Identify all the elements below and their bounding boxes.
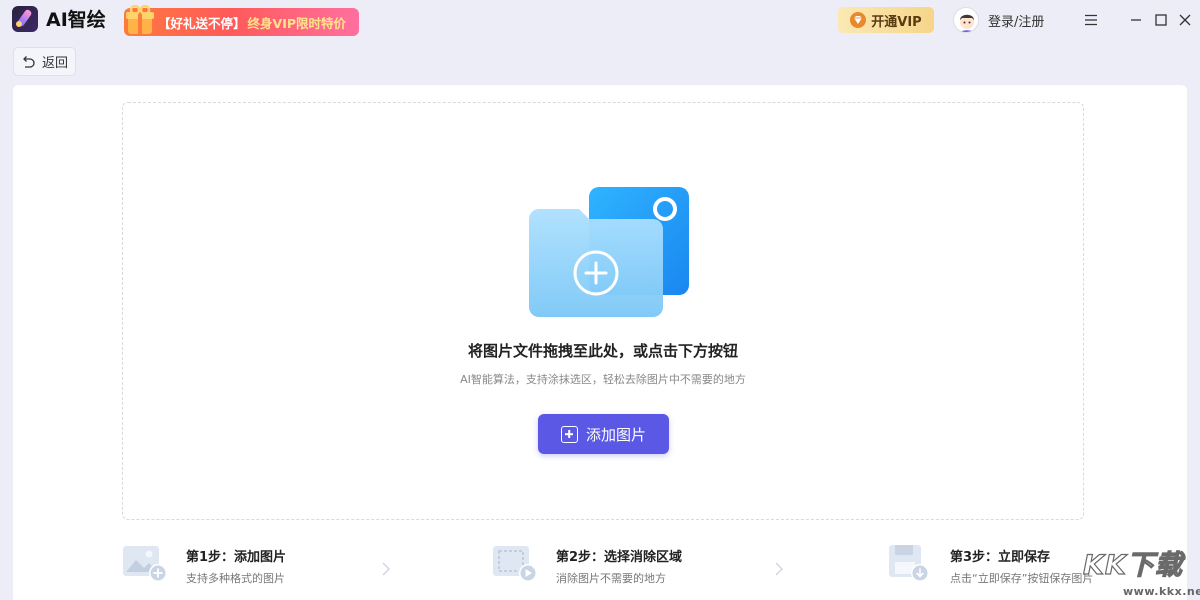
step-1-title: 第1步：添加图片 — [186, 550, 287, 565]
drop-zone-title: 将图片文件拖拽至此处，或点击下方按钮 — [467, 342, 738, 360]
maximize-button[interactable] — [1151, 10, 1171, 30]
title-bar: AI智绘 【好礼送不停】 终身VIP限时特价 开通VIP 登录/注册 — [0, 0, 1200, 40]
back-button[interactable]: 返回 — [13, 47, 76, 76]
diamond-icon — [850, 12, 867, 28]
step-2-title: 第2步：选择消除区域 — [556, 550, 683, 565]
add-image-button[interactable]: 添加图片 — [538, 414, 669, 454]
vip-label: 开通VIP — [871, 14, 922, 30]
close-icon — [1179, 14, 1191, 26]
login-register-link[interactable]: 登录/注册 — [988, 11, 1044, 30]
step-1-desc: 支持多种格式的图片 — [186, 572, 285, 585]
open-vip-button[interactable]: 开通VIP — [838, 7, 934, 33]
watermark: KK下载 www.kkx.net — [1082, 543, 1200, 600]
chevron-right-icon — [775, 562, 783, 576]
back-label: 返回 — [41, 56, 68, 71]
image-drop-zone[interactable]: 将图片文件拖拽至此处，或点击下方按钮 AI智能算法，支持涂抹选区，轻松去除图片中… — [122, 102, 1084, 520]
chevron-right-icon — [382, 562, 390, 576]
close-button[interactable] — [1175, 10, 1195, 30]
promo-text-primary: 【好礼送不停】 — [158, 15, 246, 31]
step-3-title: 第3步：立即保存 — [950, 550, 1051, 565]
undo-arrow-icon — [23, 56, 35, 68]
selection-area-icon — [493, 546, 537, 582]
promo-banner[interactable]: 【好礼送不停】 终身VIP限时特价 — [124, 4, 359, 36]
step-add-image: 第1步：添加图片 支持多种格式的图片 — [122, 540, 362, 586]
main-panel: 将图片文件拖拽至此处，或点击下方按钮 AI智能算法，支持涂抹选区，轻松去除图片中… — [13, 85, 1187, 600]
promo-text-highlight: 终身VIP限时特价 — [247, 15, 347, 31]
avatar[interactable] — [953, 7, 979, 33]
user-avatar-icon — [960, 14, 974, 32]
save-download-icon — [889, 545, 929, 582]
plus-square-icon — [560, 425, 578, 443]
folder-add-icon — [529, 187, 689, 317]
app-title: AI智绘 — [46, 9, 106, 31]
image-add-icon — [123, 546, 167, 582]
minimize-icon — [1131, 19, 1141, 21]
add-image-label: 添加图片 — [585, 425, 646, 444]
gift-box-icon — [126, 4, 154, 34]
menu-button[interactable] — [1081, 10, 1101, 30]
maximize-icon — [1155, 14, 1167, 26]
step-3-desc: 点击“立即保存”按钮保存图片 — [950, 572, 1094, 585]
step-select-area: 第2步：选择消除区域 消除图片不需要的地方 — [492, 540, 742, 586]
app-logo-icon — [12, 6, 38, 32]
step-2-desc: 消除图片不需要的地方 — [556, 572, 666, 585]
watermark-logo-text: KK下载 — [1082, 549, 1183, 581]
minimize-button[interactable] — [1126, 10, 1146, 30]
hamburger-menu-icon — [1085, 14, 1097, 26]
watermark-url: www.kkx.net — [1123, 585, 1200, 598]
drop-zone-subtitle: AI智能算法，支持涂抹选区，轻松去除图片中不需要的地方 — [460, 373, 746, 386]
